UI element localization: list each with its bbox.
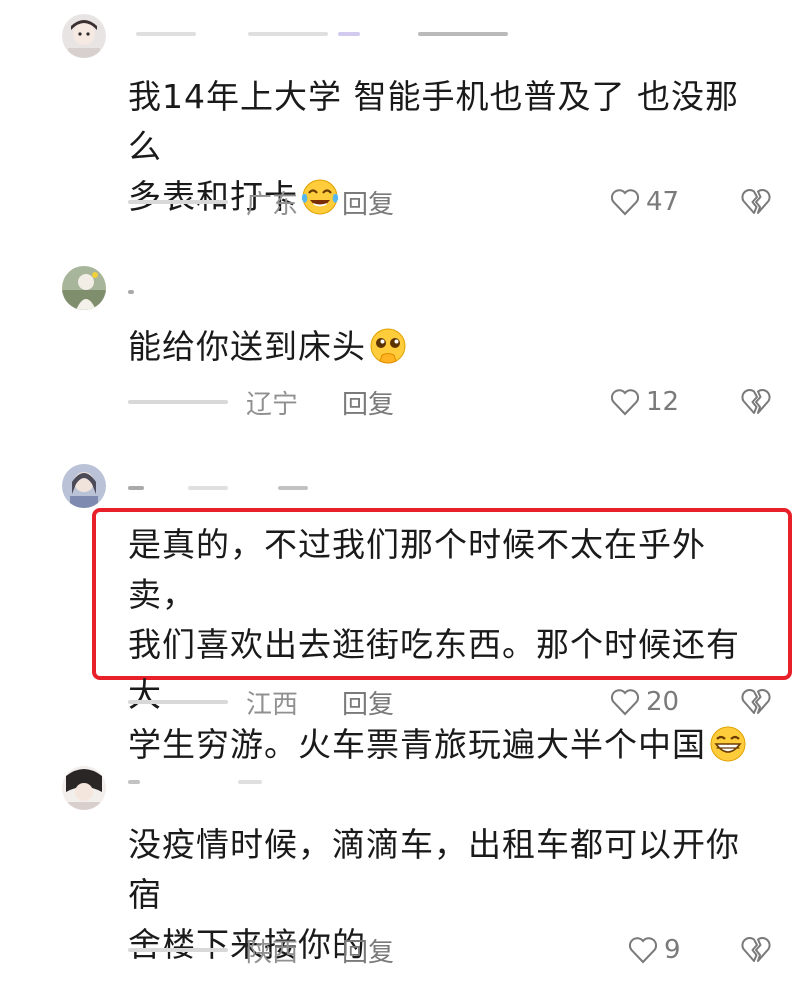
location-text: 陕西: [246, 938, 299, 968]
username[interactable]: [128, 282, 168, 302]
comment-meta: 辽宁 回复 12: [128, 382, 788, 422]
avatar[interactable]: [62, 766, 106, 810]
avatar[interactable]: [62, 266, 106, 310]
like-button[interactable]: 12: [610, 382, 679, 422]
broken-heart-icon: [741, 389, 771, 414]
reply-button[interactable]: 回复: [342, 932, 394, 969]
comment-meta: 广东 回复 47: [128, 182, 788, 222]
like-button[interactable]: 9: [628, 930, 681, 970]
heart-outline-icon: [610, 389, 640, 416]
comment-text: 能给你送到床头: [128, 322, 768, 372]
like-count: 47: [646, 187, 680, 217]
location-text: 江西: [246, 690, 299, 720]
comment-meta: 陕西 回复 9: [128, 930, 788, 970]
avatar[interactable]: [62, 14, 106, 58]
date-text: [128, 948, 228, 952]
comment-line: 是真的，不过我们那个时候不太在乎外卖，: [128, 525, 706, 614]
username[interactable]: [128, 772, 288, 792]
comment-line: 能给你送到床头: [128, 327, 366, 366]
heart-outline-icon: [610, 689, 640, 716]
comment-text: 是真的，不过我们那个时候不太在乎外卖， 我们喜欢出去逛街吃东西。那个时候还有大 …: [128, 520, 768, 770]
like-button[interactable]: 20: [610, 682, 679, 722]
broken-heart-icon: [741, 189, 771, 214]
date-text: [128, 200, 228, 204]
reply-button[interactable]: 回复: [342, 684, 394, 721]
broken-heart-icon: [741, 937, 771, 962]
like-count: 12: [646, 387, 680, 417]
pleading-hand-emoji: [368, 326, 408, 366]
broken-heart-icon: [741, 689, 771, 714]
username[interactable]: [128, 24, 548, 44]
like-count: 9: [664, 935, 681, 965]
dislike-button[interactable]: [740, 386, 772, 423]
grinning-emoji: [708, 724, 748, 764]
like-count: 20: [646, 687, 680, 717]
comment-line: 我14年上大学 智能手机也普及了 也没那么: [128, 77, 739, 166]
heart-outline-icon: [628, 937, 658, 964]
comment-meta: 江西 回复 20: [128, 682, 788, 722]
dislike-button[interactable]: [740, 686, 772, 723]
reply-button[interactable]: 回复: [342, 384, 394, 421]
username[interactable]: [128, 478, 428, 498]
comment-line: 学生穷游。火车票青旅玩遍大半个中国: [128, 725, 706, 764]
heart-outline-icon: [610, 189, 640, 216]
dislike-button[interactable]: [740, 934, 772, 971]
location-text: 辽宁: [246, 390, 299, 420]
reply-button[interactable]: 回复: [342, 184, 394, 221]
like-button[interactable]: 47: [610, 182, 679, 222]
avatar[interactable]: [62, 464, 106, 508]
date-text: [128, 400, 228, 404]
dislike-button[interactable]: [740, 186, 772, 223]
location-text: 广东: [246, 190, 299, 220]
date-text: [128, 700, 228, 704]
comment-line: 没疫情时候，滴滴车，出租车都可以开你宿: [128, 825, 740, 914]
